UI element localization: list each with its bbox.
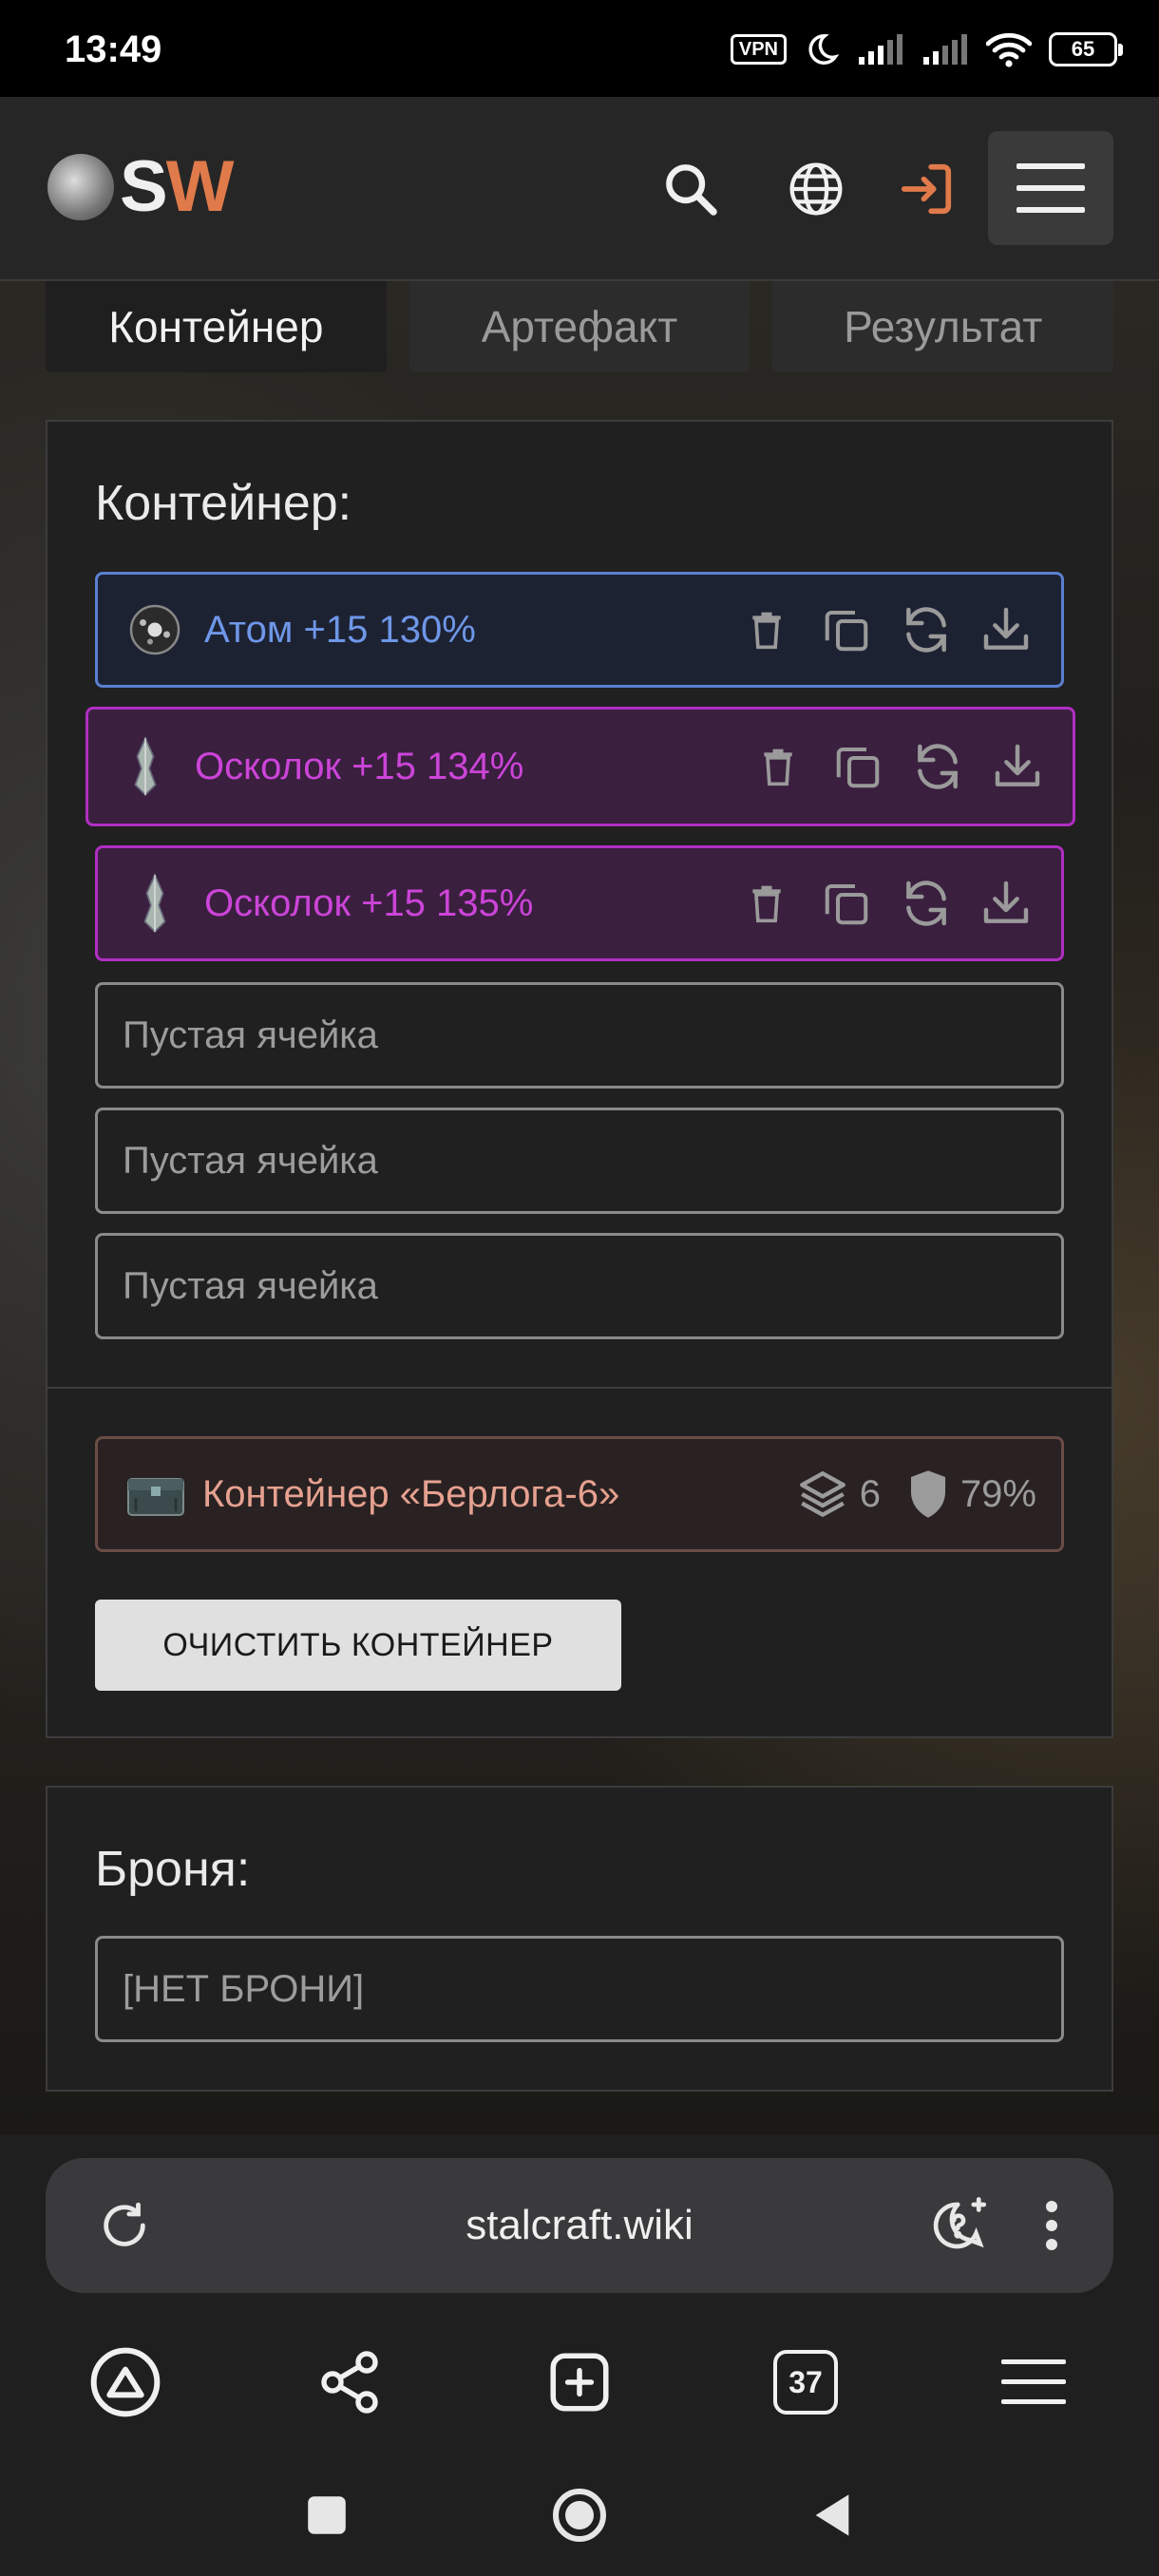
armor-select[interactable]: [НЕТ БРОНИ] [95, 1936, 1064, 2042]
container-chest-icon [124, 1468, 187, 1521]
status-icons: VPN 65 [730, 27, 1123, 72]
signal-icon [859, 34, 902, 65]
slot-name: Осколок +15 135% [204, 881, 534, 924]
menu-icon[interactable] [988, 131, 1113, 245]
status-time: 13:49 [65, 28, 162, 70]
browser-menu-icon[interactable] [986, 2335, 1081, 2430]
layers-icon [799, 1471, 846, 1517]
armor-panel: Броня: [НЕТ БРОНИ] [46, 1786, 1113, 2092]
slot-name: Атом +15 130% [204, 608, 476, 651]
browser-toolbar: stalcraft.wiki 37 [0, 2135, 1159, 2576]
ai-assistant-icon[interactable] [927, 2192, 994, 2259]
home-icon[interactable] [542, 2477, 618, 2553]
container-protection: 79% [960, 1472, 1036, 1515]
container-panel-title: Контейнер: [95, 476, 352, 531]
battery-icon: 65 [1049, 32, 1123, 66]
system-nav-bar [0, 2477, 1159, 2553]
container-capacity: 6 [859, 1472, 881, 1515]
container-panel: Контейнер: Атом +15 130% Осколок +15 134… [46, 420, 1113, 1738]
browser-nav-row: 37 [0, 2335, 1159, 2430]
slot-name: Осколок +15 134% [195, 745, 524, 787]
divider [48, 1387, 1112, 1389]
vpn-icon: VPN [730, 34, 787, 65]
copy-icon[interactable] [816, 599, 877, 660]
more-options-icon[interactable] [1018, 2192, 1085, 2259]
empty-slot[interactable]: Пустая ячейка [95, 1233, 1064, 1339]
address-bar[interactable]: stalcraft.wiki [46, 2158, 1113, 2293]
logo-globe-icon [48, 154, 114, 220]
refresh-icon[interactable] [896, 873, 957, 934]
trash-icon[interactable] [748, 736, 808, 797]
signal-icon-2 [923, 34, 967, 65]
download-icon[interactable] [976, 599, 1036, 660]
tab-result[interactable]: Результат [772, 281, 1114, 372]
artifact-slot[interactable]: Осколок +15 134% [86, 707, 1075, 826]
download-icon[interactable] [976, 873, 1036, 934]
search-icon[interactable] [657, 156, 724, 222]
trash-icon[interactable] [736, 873, 797, 934]
logo-text: SW [120, 146, 234, 227]
share-icon[interactable] [302, 2335, 397, 2430]
do-not-disturb-icon [808, 34, 840, 65]
empty-slot[interactable]: Пустая ячейка [95, 1108, 1064, 1214]
calculator-tabs: Контейнер Артефакт Результат [46, 281, 1114, 372]
tab-container[interactable]: Контейнер [46, 281, 387, 372]
globe-icon[interactable] [783, 156, 849, 222]
copy-icon[interactable] [827, 736, 888, 797]
armor-panel-title: Броня: [95, 1842, 251, 1897]
download-icon[interactable] [987, 736, 1048, 797]
container-card[interactable]: Контейнер «Берлога-6» 6 79% [95, 1436, 1064, 1552]
trash-icon[interactable] [736, 599, 797, 660]
wifi-icon [986, 32, 1032, 67]
recents-icon[interactable] [289, 2477, 365, 2553]
status-bar: 13:49 VPN 65 [0, 0, 1159, 97]
artifact-slot[interactable]: Осколок +15 135% [95, 845, 1064, 961]
tab-count: 37 [773, 2350, 838, 2415]
copy-icon[interactable] [816, 873, 877, 934]
empty-slot[interactable]: Пустая ячейка [95, 982, 1064, 1089]
shield-icon [910, 1470, 945, 1518]
shard-artifact-icon [124, 873, 185, 934]
site-header: SW [0, 97, 1159, 281]
container-name: Контейнер «Берлога-6» [202, 1472, 620, 1515]
login-icon[interactable] [893, 156, 960, 222]
refresh-icon[interactable] [896, 599, 957, 660]
tabs-count-icon[interactable]: 37 [758, 2335, 853, 2430]
clear-container-button[interactable]: ОЧИСТИТЬ КОНТЕЙНЕР [95, 1600, 621, 1691]
shard-artifact-icon [115, 736, 176, 797]
artifact-slot[interactable]: Атом +15 130% [95, 572, 1064, 688]
new-tab-icon[interactable] [532, 2335, 627, 2430]
refresh-icon[interactable] [907, 736, 968, 797]
atom-artifact-icon [124, 599, 185, 660]
home-assistant-icon[interactable] [78, 2335, 173, 2430]
back-icon[interactable] [794, 2477, 870, 2553]
site-logo[interactable]: SW [48, 146, 234, 227]
tab-artifact[interactable]: Артефакт [408, 281, 750, 372]
